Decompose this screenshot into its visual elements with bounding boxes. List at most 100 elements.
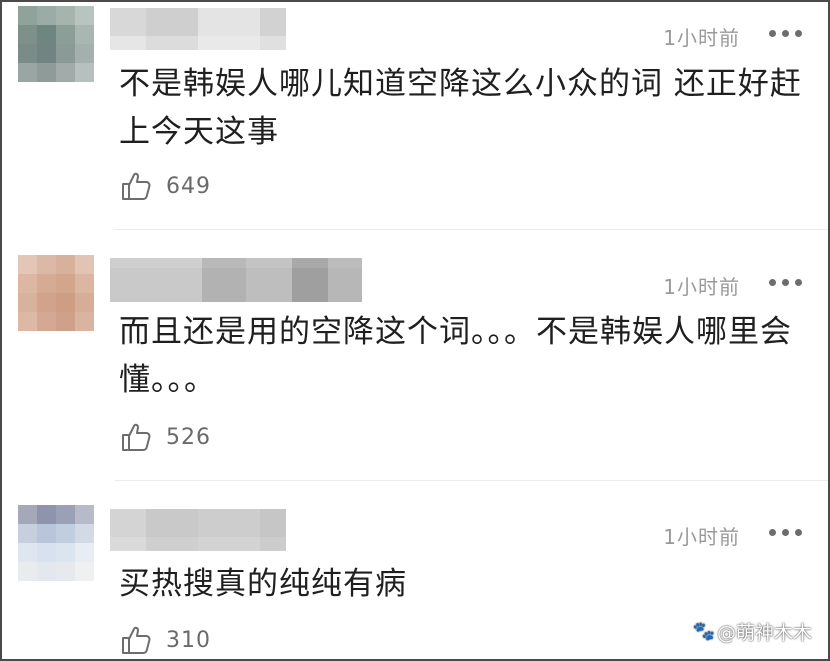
like-button[interactable]: 649	[120, 170, 211, 202]
username-mosaic-cell	[328, 258, 362, 268]
username-blurred[interactable]	[110, 8, 286, 50]
username-mosaic-cell	[110, 36, 146, 50]
username-mosaic-row	[110, 268, 362, 302]
avatar-mosaic-cell	[18, 274, 37, 293]
username-mosaic-row	[110, 8, 286, 36]
avatar-mosaic-cell	[56, 63, 75, 82]
more-options-icon[interactable]	[769, 30, 802, 37]
username-mosaic-cell	[198, 8, 260, 36]
like-count: 310	[166, 627, 211, 653]
avatar-mosaic-cell	[56, 274, 75, 293]
avatar-mosaic-cell	[75, 44, 94, 63]
avatar-mosaic-cell	[56, 6, 75, 25]
avatar-mosaic-cell	[75, 505, 94, 524]
avatar-mosaic-cell	[37, 524, 56, 543]
avatar-mosaic-cell	[37, 255, 56, 274]
avatar-mosaic-cell	[56, 25, 75, 44]
avatar-mosaic-cell	[37, 293, 56, 312]
comment-timestamp: 1小时前	[663, 525, 740, 549]
username-mosaic-cell	[110, 537, 146, 551]
username-mosaic-row	[110, 509, 286, 537]
avatar-mosaic-cell	[56, 543, 75, 562]
avatar-mosaic-cell	[75, 293, 94, 312]
paw-icon: 🐾	[692, 621, 715, 642]
avatar-mosaic-cell	[37, 505, 56, 524]
username-mosaic-cell	[292, 268, 328, 302]
avatar-mosaic-cell	[18, 25, 37, 44]
comment-text: 不是韩娱人哪儿知道空降这么小众的词 还正好赶上今天这事	[119, 66, 802, 150]
thumbs-up-icon	[122, 626, 151, 654]
avatar-mosaic-cell	[18, 255, 37, 274]
thumbs-up-icon	[122, 423, 151, 451]
watermark: 🐾 @萌神木木	[693, 618, 812, 645]
username-mosaic-cell	[260, 509, 286, 537]
avatar-mosaic-cell	[75, 274, 94, 293]
watermark-text: @萌神木木	[716, 622, 812, 644]
username-mosaic-cell	[198, 509, 260, 537]
avatar-mosaic-cell	[75, 6, 94, 25]
avatar-mosaic-cell	[37, 63, 56, 82]
avatar-mosaic-cell	[18, 543, 37, 562]
avatar-mosaic-cell	[56, 505, 75, 524]
thumbs-up-icon	[122, 172, 151, 200]
username-mosaic-cell	[146, 8, 198, 36]
avatar-mosaic-cell	[56, 44, 75, 63]
username-mosaic-cell	[110, 268, 202, 302]
comment-timestamp: 1小时前	[663, 26, 740, 50]
username-mosaic-cell	[110, 8, 146, 36]
username-mosaic-cell	[110, 258, 202, 268]
username-mosaic-cell	[246, 258, 292, 268]
like-count: 526	[166, 424, 211, 450]
avatar[interactable]	[18, 505, 94, 581]
divider	[114, 480, 828, 481]
username-mosaic-cell	[146, 509, 198, 537]
comment-timestamp: 1小时前	[663, 275, 740, 299]
username-mosaic-cell	[328, 268, 362, 302]
more-options-icon[interactable]	[769, 529, 802, 536]
avatar-mosaic-cell	[18, 293, 37, 312]
avatar-mosaic-cell	[18, 44, 37, 63]
username-mosaic-cell	[246, 268, 292, 302]
username-mosaic-cell	[202, 268, 246, 302]
avatar[interactable]	[18, 6, 94, 82]
avatar-mosaic-cell	[37, 6, 56, 25]
avatar-mosaic-cell	[75, 312, 94, 331]
username-mosaic-row	[110, 258, 362, 268]
avatar-mosaic-cell	[56, 255, 75, 274]
avatar-mosaic-cell	[56, 293, 75, 312]
avatar-mosaic-cell	[37, 312, 56, 331]
username-mosaic-cell	[198, 36, 260, 50]
more-options-icon[interactable]	[769, 279, 802, 286]
username-mosaic-cell	[260, 8, 286, 36]
avatar-mosaic-cell	[75, 543, 94, 562]
avatar-mosaic-cell	[37, 44, 56, 63]
avatar-mosaic-cell	[37, 543, 56, 562]
like-button[interactable]: 526	[120, 421, 211, 453]
avatar-mosaic-cell	[37, 25, 56, 44]
username-blurred[interactable]	[110, 509, 286, 551]
avatar-mosaic-cell	[75, 524, 94, 543]
avatar-mosaic-cell	[18, 562, 37, 581]
avatar-mosaic-cell	[37, 274, 56, 293]
like-count: 649	[166, 173, 211, 199]
comment-text: 而且还是用的空降这个词。。。不是韩娱人哪里会懂。。。	[119, 314, 792, 398]
avatar[interactable]	[18, 255, 94, 331]
username-mosaic-cell	[198, 537, 260, 551]
username-mosaic-cell	[110, 509, 146, 537]
avatar-mosaic-cell	[18, 505, 37, 524]
like-button[interactable]: 310	[120, 624, 211, 656]
username-mosaic-cell	[260, 36, 286, 50]
username-mosaic-row	[110, 537, 286, 551]
avatar-mosaic-cell	[56, 562, 75, 581]
username-mosaic-row	[110, 36, 286, 50]
avatar-mosaic-cell	[18, 63, 37, 82]
username-mosaic-cell	[292, 258, 328, 268]
avatar-mosaic-cell	[75, 63, 94, 82]
username-mosaic-cell	[146, 537, 198, 551]
avatar-mosaic-cell	[56, 524, 75, 543]
avatar-mosaic-cell	[18, 6, 37, 25]
username-blurred[interactable]	[110, 258, 362, 302]
avatar-mosaic-cell	[75, 255, 94, 274]
divider	[114, 229, 828, 230]
username-mosaic-cell	[146, 36, 198, 50]
